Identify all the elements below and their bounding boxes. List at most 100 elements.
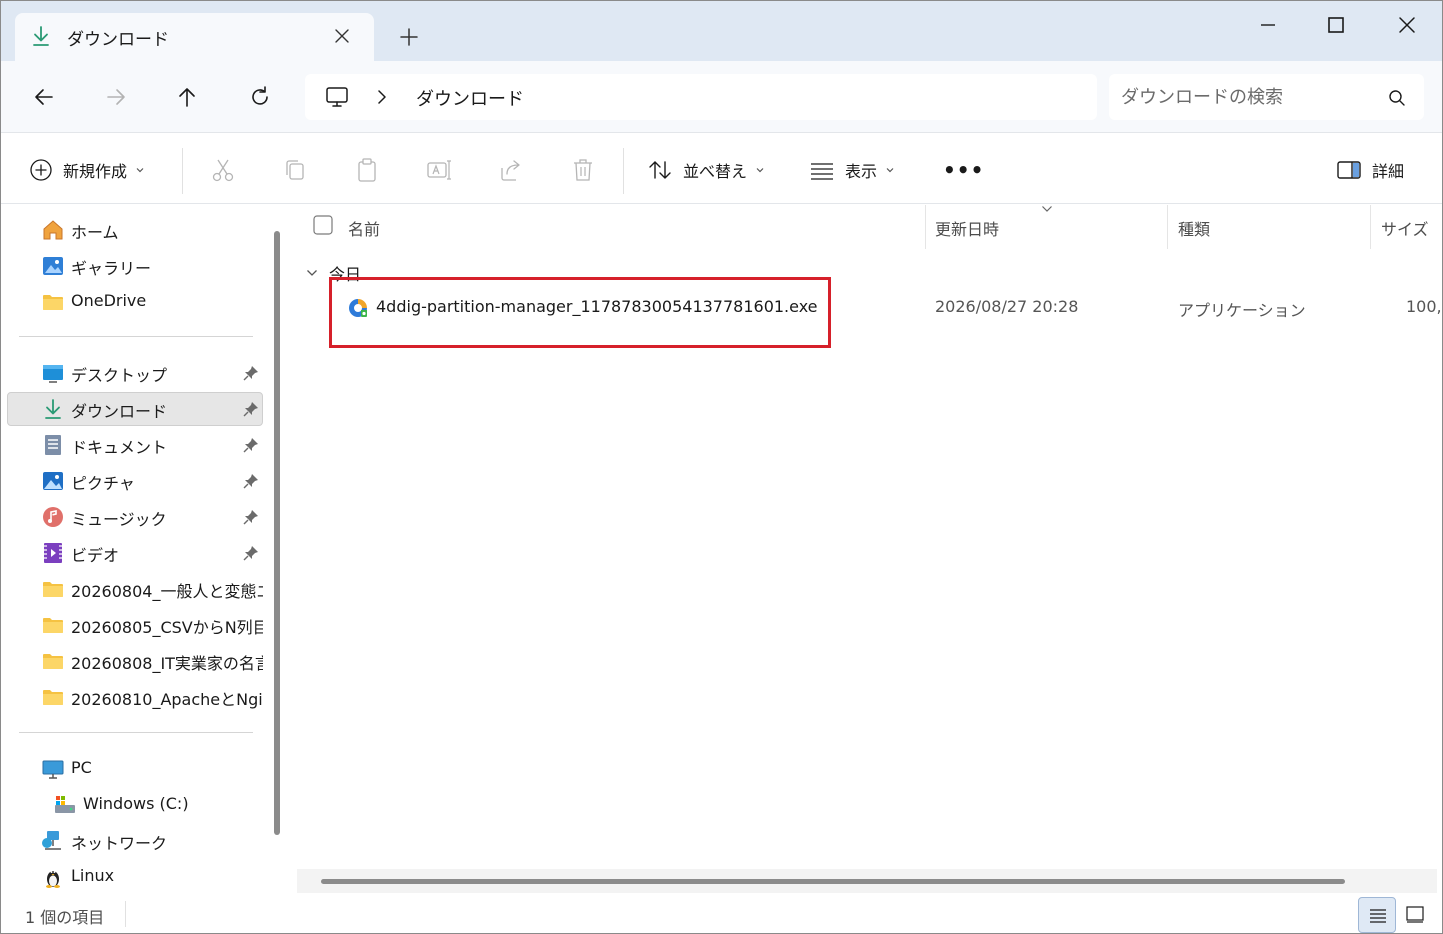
sidebar-item-folder[interactable]: 20260805_CSVからN列目 (7, 608, 263, 642)
refresh-icon[interactable] (247, 84, 273, 110)
sidebar-item-label: 20260810_ApacheとNginx (71, 690, 263, 709)
paste-icon[interactable] (353, 156, 381, 184)
sidebar-item-desktop[interactable]: デスクトップ (7, 356, 263, 390)
sidebar-item-label: ネットワーク (71, 834, 168, 853)
column-header-name[interactable]: 名前 (311, 205, 923, 249)
command-bar: 新規作成 並べ替え 表示 ••• 詳細 (1, 134, 1442, 204)
thumbnail-view-icon (1406, 906, 1424, 923)
minimize-icon[interactable] (1254, 11, 1282, 39)
tab-downloads[interactable]: ダウンロード (15, 13, 374, 61)
sidebar-item-documents[interactable]: ドキュメント (7, 428, 263, 462)
annotation-highlight-box (329, 277, 831, 348)
new-tab-icon[interactable] (397, 25, 421, 49)
status-bar: 1 個の項目 (1, 893, 1442, 933)
folder-icon (43, 295, 63, 310)
item-count: 1 個の項目 (25, 908, 105, 927)
file-explorer-window: ダウンロード ダウンロード ダウンロードの検索 新規作成 並べ替え 表示 •••… (0, 0, 1443, 934)
details-pane-button[interactable]: 詳細 (1336, 156, 1404, 184)
delete-icon[interactable] (569, 156, 597, 184)
sidebar-item-videos[interactable]: ビデオ (7, 536, 263, 570)
status-divider (125, 901, 126, 927)
sidebar-item-folder[interactable]: 20260808_IT実業家の名言 (7, 644, 263, 678)
sidebar-item-label: ミュージック (71, 510, 167, 529)
pin-icon[interactable] (243, 437, 259, 453)
folder-icon (43, 618, 63, 633)
pc-icon[interactable] (325, 85, 349, 109)
sidebar-item-label: 20260808_IT実業家の名言 (71, 654, 263, 673)
details-view-button[interactable] (1358, 897, 1396, 933)
sidebar-item-network[interactable]: ネットワーク (7, 824, 263, 858)
column-header-modified[interactable]: 更新日時 (935, 205, 1167, 249)
maximize-icon[interactable] (1322, 11, 1350, 39)
sidebar-item-label: ドキュメント (71, 438, 168, 457)
column-header-size[interactable]: サイズ (1381, 205, 1442, 249)
forward-arrow-icon[interactable] (103, 84, 129, 110)
view-label: 表示 (845, 162, 878, 181)
sidebar-item-downloads[interactable]: ダウンロード (7, 392, 263, 426)
chevron-right-icon[interactable] (375, 88, 389, 106)
close-window-icon[interactable] (1393, 11, 1421, 39)
file-type: アプリケーション (1178, 301, 1306, 320)
pictures-icon (43, 472, 63, 490)
sidebar-item-pc[interactable]: PC (7, 752, 263, 786)
sort-chevron-icon (1042, 206, 1052, 212)
drive-icon (55, 796, 75, 813)
pin-icon[interactable] (243, 509, 259, 525)
sidebar-item-label: OneDrive (71, 291, 147, 310)
sidebar-item-folder[interactable]: 20260804_一般人と変態エ (7, 572, 263, 606)
sort-label: 並べ替え (683, 162, 748, 181)
back-arrow-icon[interactable] (31, 84, 57, 110)
select-all-checkbox[interactable] (313, 215, 333, 235)
download-icon (33, 26, 49, 46)
sort-button[interactable]: 並べ替え (647, 156, 765, 184)
folder-icon (43, 582, 63, 597)
pin-icon[interactable] (243, 473, 259, 489)
horizontal-scrollbar[interactable] (297, 869, 1437, 893)
network-icon (42, 831, 61, 850)
sidebar-item-folder[interactable]: 20260810_ApacheとNginx (7, 680, 263, 714)
details-pane-icon (1337, 161, 1361, 179)
more-options-button[interactable]: ••• (943, 156, 984, 184)
close-tab-icon[interactable] (331, 25, 353, 47)
large-icons-view-button[interactable] (1398, 897, 1436, 933)
address-bar[interactable]: ダウンロード (305, 74, 1097, 120)
sidebar-scrollbar[interactable] (274, 231, 280, 835)
column-divider[interactable] (1167, 205, 1168, 249)
sidebar-item-onedrive[interactable]: OneDrive (7, 285, 263, 319)
add-circle-icon (30, 159, 52, 181)
sidebar-item-music[interactable]: ミュージック (7, 500, 263, 534)
chevron-down-icon (756, 168, 764, 173)
new-button[interactable]: 新規作成 (29, 156, 145, 184)
sidebar-item-linux[interactable]: Linux (7, 860, 263, 894)
folder-icon (43, 690, 63, 705)
copy-icon[interactable] (281, 156, 309, 184)
sidebar-item-gallery[interactable]: ギャラリー (7, 249, 263, 283)
column-size-label: サイズ (1381, 220, 1429, 239)
horizontal-scrollbar-thumb[interactable] (321, 879, 1345, 884)
share-icon[interactable] (497, 156, 525, 184)
file-modified: 2026/08/27 20:28 (935, 297, 1079, 316)
pin-icon[interactable] (243, 545, 259, 561)
breadcrumb-downloads[interactable]: ダウンロード (416, 85, 524, 111)
sidebar-item-pictures[interactable]: ピクチャ (7, 464, 263, 498)
cut-icon[interactable] (209, 156, 237, 184)
column-divider[interactable] (1370, 205, 1371, 249)
sidebar-item-home[interactable]: ホーム (7, 213, 263, 247)
sidebar-item-drive-c[interactable]: Windows (C:) (7, 788, 263, 822)
new-label: 新規作成 (63, 162, 128, 181)
rename-icon[interactable] (425, 156, 453, 184)
view-button[interactable]: 表示 (809, 156, 895, 184)
search-icon[interactable] (1387, 88, 1407, 108)
pin-icon[interactable] (243, 401, 259, 417)
column-header-type[interactable]: 種類 (1178, 205, 1368, 249)
up-arrow-icon[interactable] (174, 84, 200, 110)
details-label: 詳細 (1372, 162, 1405, 181)
column-divider[interactable] (925, 205, 926, 249)
pin-icon[interactable] (243, 365, 259, 381)
file-size: 100,4 (1406, 297, 1442, 316)
sidebar-item-label: ホーム (71, 223, 119, 242)
documents-icon (45, 435, 61, 455)
search-input[interactable] (1121, 82, 1381, 112)
sidebar-item-label: ピクチャ (71, 474, 135, 493)
search-box[interactable] (1109, 74, 1424, 120)
